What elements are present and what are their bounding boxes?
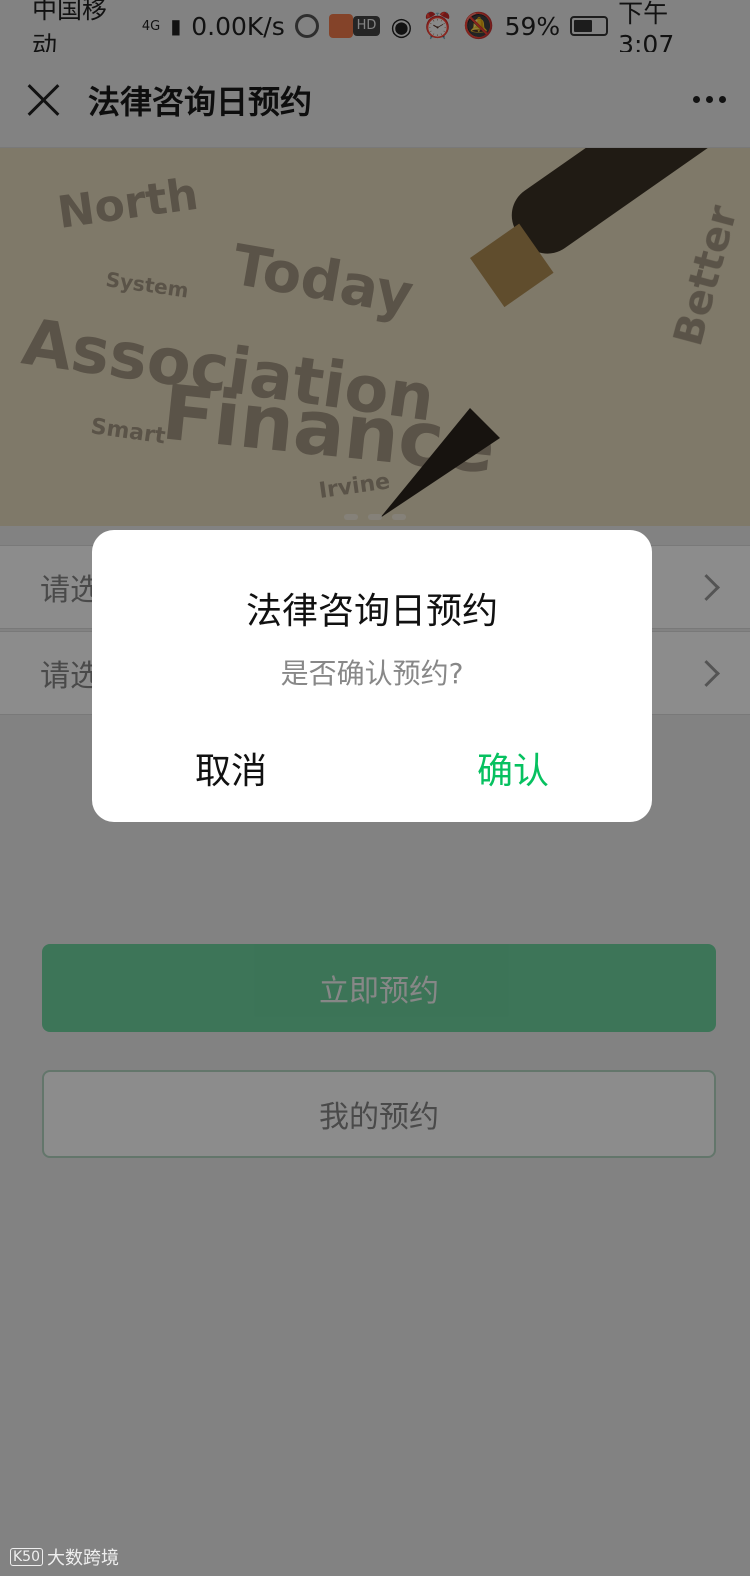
dialog-actions: 取消 确认 bbox=[92, 742, 652, 794]
watermark-text: 大数跨境 bbox=[47, 1548, 119, 1569]
watermark: K50 大数跨境 bbox=[10, 1544, 119, 1570]
confirm-button[interactable]: 确认 bbox=[374, 742, 652, 794]
dialog-message: 是否确认预约? bbox=[280, 657, 464, 690]
cancel-button[interactable]: 取消 bbox=[92, 742, 370, 794]
confirm-dialog: 法律咨询日预约 是否确认预约? 取消 确认 bbox=[92, 530, 652, 822]
dialog-title: 法律咨询日预约 bbox=[245, 591, 498, 632]
watermark-logo: K50 bbox=[10, 1548, 43, 1566]
